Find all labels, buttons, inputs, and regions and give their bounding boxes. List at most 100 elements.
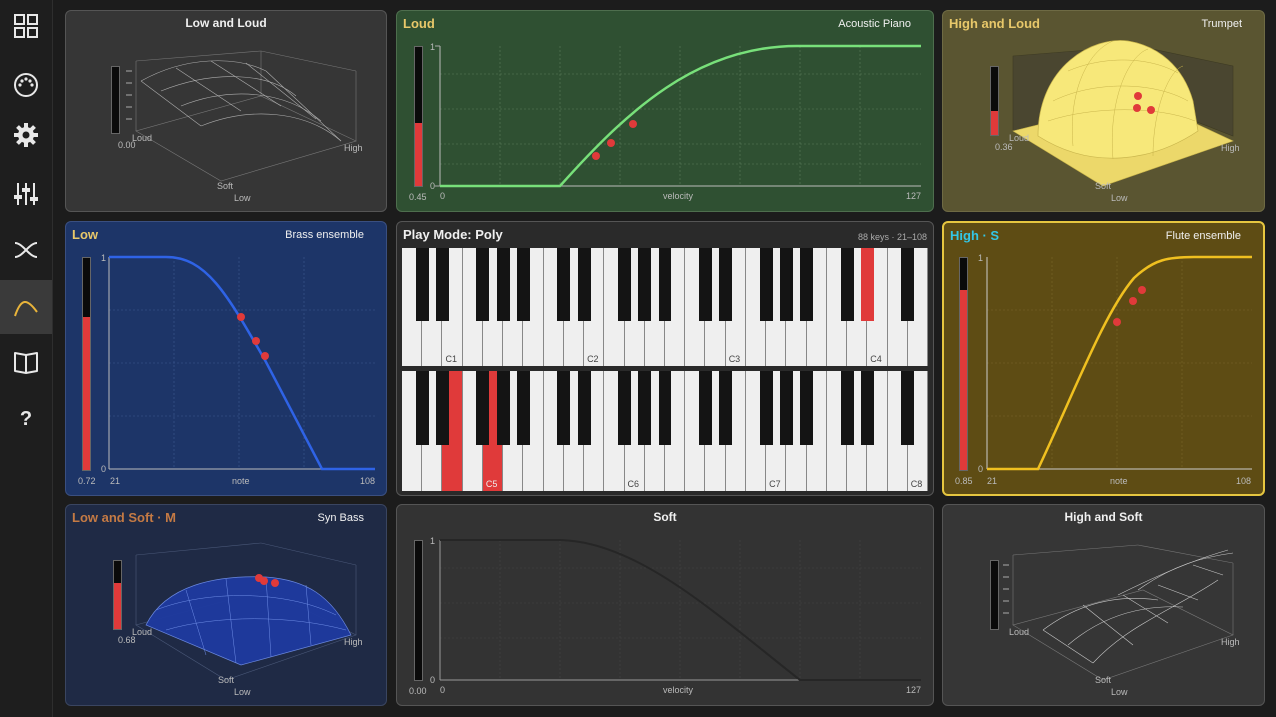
panel-play-mode[interactable]: Play Mode: Poly 88 keys · 21–108 C1 C2 C3 C… (396, 221, 934, 496)
panel-soft[interactable]: Soft 0.00 1 0 0 velocity 127 (396, 504, 934, 706)
sidebar: ? (0, 0, 53, 717)
piano-black-key[interactable] (415, 371, 429, 446)
sliders-icon[interactable] (0, 168, 52, 220)
piano-black-key[interactable] (779, 371, 793, 446)
crossfade-icon[interactable] (0, 224, 52, 276)
y-axis-bottom-label: 0 (430, 675, 436, 685)
axis-label-high: High (1221, 637, 1240, 647)
y-axis-bottom-label: 0 (978, 464, 984, 474)
axis-label-low: Low (1111, 687, 1128, 697)
piano-black-key[interactable] (759, 248, 773, 322)
octave-label: C1 (445, 354, 457, 364)
piano-black-key[interactable] (860, 371, 874, 446)
octave-label: C7 (769, 479, 781, 489)
gear-icon[interactable] (0, 109, 52, 161)
x-axis-max-label: 127 (906, 191, 922, 201)
panel-title: Play Mode: Poly (403, 227, 503, 242)
x-axis-max-label: 108 (1236, 476, 1252, 486)
x-axis-max-label: 108 (360, 476, 376, 486)
octave-label: C4 (870, 354, 882, 364)
piano-black-key[interactable] (719, 371, 733, 446)
octave-label: C3 (728, 354, 741, 364)
octave-label: C5 (485, 479, 498, 489)
piano-black-key[interactable] (901, 248, 915, 322)
axis-label-loud: Loud (132, 133, 153, 143)
axis-label-soft: Soft (1095, 675, 1112, 685)
piano-black-key[interactable] (759, 371, 773, 446)
panel-high-s[interactable]: High · S Flute ensemble 0.85 1 0 21 note… (942, 221, 1265, 496)
y-axis-top-label: 1 (978, 253, 984, 263)
response-curve-chart (986, 255, 1252, 471)
piano-black-key[interactable] (516, 248, 530, 322)
piano-black-key[interactable] (658, 248, 672, 322)
key-range-info: 88 keys · 21–108 (857, 232, 927, 242)
piano-black-key[interactable] (557, 371, 571, 446)
axis-label-high: High (344, 637, 363, 647)
piano-black-key[interactable] (618, 248, 631, 322)
piano-black-key[interactable] (435, 248, 449, 322)
piano-black-key[interactable] (496, 248, 510, 322)
axis-label-loud: Loud (1009, 627, 1030, 637)
axis-label-low: Low (234, 687, 251, 697)
piano-black-key[interactable] (435, 371, 449, 446)
y-axis-top-label: 1 (430, 42, 436, 52)
keyboard-lower[interactable]: C5 C6 C7 C8 (402, 371, 928, 491)
piano-black-key[interactable] (698, 248, 712, 322)
axis-label-soft: Soft (1095, 181, 1112, 191)
y-axis-top-label: 1 (101, 253, 107, 263)
piano-black-key[interactable] (901, 371, 915, 446)
curve-icon[interactable] (0, 280, 52, 334)
y-axis-top-label: 1 (430, 536, 436, 546)
piano-black-key[interactable] (638, 371, 652, 446)
panel-loud[interactable]: Loud Acoustic Piano 0.45 1 0 0 velocity … (396, 10, 934, 212)
axis-label-soft: Soft (217, 181, 234, 191)
piano-black-key[interactable] (698, 371, 712, 446)
axis-label-loud: Loud (1009, 133, 1030, 143)
book-icon[interactable] (0, 336, 52, 388)
x-axis-max-label: 127 (906, 685, 922, 695)
axis-label-loud: Loud (132, 627, 153, 637)
piano-black-key[interactable] (415, 248, 429, 322)
response-curve-chart (439, 539, 921, 681)
piano-black-key[interactable] (577, 371, 591, 446)
response-curve-chart (435, 44, 921, 188)
x-axis-label: note (232, 476, 250, 486)
piano-black-key[interactable] (618, 371, 631, 446)
piano-black-key[interactable] (860, 248, 874, 322)
piano-black-key[interactable] (638, 248, 652, 322)
piano-black-key[interactable] (840, 248, 854, 322)
piano-black-key[interactable] (577, 248, 591, 322)
midi-port-icon[interactable] (0, 59, 52, 111)
piano-black-key[interactable] (779, 248, 793, 322)
piano-black-key[interactable] (719, 248, 733, 322)
piano-black-key[interactable] (516, 371, 530, 446)
axis-label-high: High (344, 143, 363, 153)
piano-black-key[interactable] (800, 371, 814, 446)
panel-high-and-loud[interactable]: High and Loud Trumpet 0.36 Loud High Sof… (942, 10, 1265, 212)
piano-black-key[interactable] (800, 248, 814, 322)
piano-black-key[interactable] (658, 371, 672, 446)
x-axis-min-label: 0 (440, 191, 446, 201)
octave-label: C2 (587, 354, 599, 364)
help-icon[interactable]: ? (0, 393, 52, 445)
grid-icon[interactable] (0, 0, 52, 52)
axis-label-high: High (1221, 143, 1240, 153)
y-axis-bottom-label: 0 (101, 464, 107, 474)
x-axis-label: velocity (663, 191, 694, 201)
piano-black-key[interactable] (496, 371, 510, 446)
panel-high-and-soft[interactable]: High and Soft Loud High Soft Low (942, 504, 1265, 706)
piano-black-key[interactable] (476, 371, 490, 446)
x-axis-min-label: 0 (440, 685, 446, 695)
piano-black-key[interactable] (840, 371, 854, 446)
x-axis-label: note (1110, 476, 1128, 486)
axis-label-low: Low (234, 193, 251, 203)
panel-low-and-soft[interactable]: Low and Soft · M Syn Bass 0.68 Loud High… (65, 504, 387, 706)
x-axis-min-label: 21 (987, 476, 998, 486)
x-axis-min-label: 21 (110, 476, 121, 486)
piano-black-key[interactable] (476, 248, 490, 322)
y-axis-bottom-label: 0 (430, 181, 436, 191)
piano-black-key[interactable] (557, 248, 571, 322)
keyboard-upper[interactable]: C1 C2 C3 C4 (402, 248, 928, 366)
panel-low[interactable]: Low Brass ensemble 0.72 1 0 21 note 108 (65, 221, 387, 496)
panel-low-and-loud[interactable]: Low and Loud 0.00 Loud High Soft Low (65, 10, 387, 212)
